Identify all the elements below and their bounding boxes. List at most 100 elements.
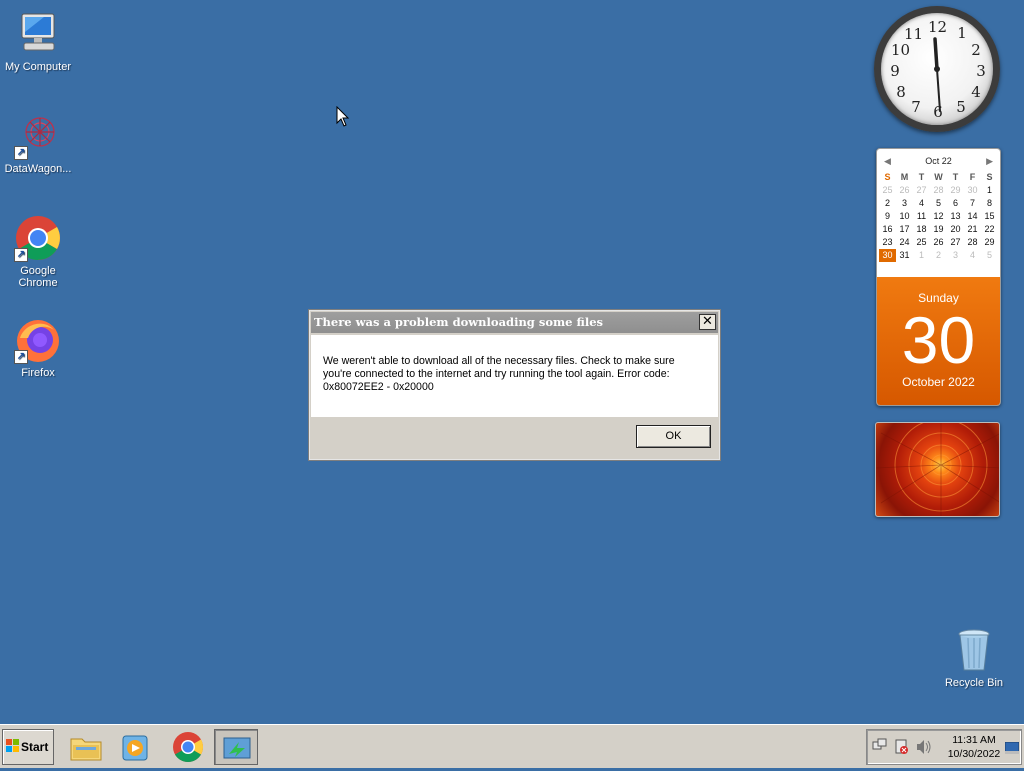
calendar-day[interactable]: 25 <box>913 236 930 249</box>
calendar-day[interactable]: 16 <box>879 223 896 236</box>
calendar-day-number: 30 <box>901 303 976 377</box>
calendar-day[interactable]: 1 <box>913 249 930 262</box>
network-icon <box>872 738 887 750</box>
desktop-icon-label: Google Chrome <box>18 265 58 289</box>
chrome-icon <box>173 732 204 763</box>
show-desktop-icon[interactable] <box>1005 742 1019 754</box>
calendar-day[interactable]: 19 <box>930 223 947 236</box>
datawagon-icon: ↗ <box>14 112 62 160</box>
calendar-day[interactable]: 30 <box>964 184 981 197</box>
calendar-header: ◀ Oct 22 ▶ <box>877 149 1000 171</box>
calendar-weekday: T <box>952 172 959 182</box>
dialog-message: We weren't able to download all of the n… <box>323 355 675 393</box>
calendar-day[interactable]: 10 <box>896 210 913 223</box>
calendar-day[interactable]: 22 <box>981 223 998 236</box>
desktop-icon-label: DataWagon... <box>4 163 72 175</box>
flower-photo-icon <box>876 423 999 516</box>
calendar-weekday: F <box>969 172 976 182</box>
taskbar-chrome[interactable] <box>166 729 210 765</box>
calendar-day[interactable]: 26 <box>896 184 913 197</box>
calendar-day[interactable]: 3 <box>947 249 964 262</box>
calendar-day-today[interactable]: 30 <box>879 249 896 262</box>
tray-clock[interactable]: 11:31 AM 10/30/2022 <box>941 733 1007 761</box>
file-explorer-icon <box>70 738 102 761</box>
calendar-grid: S M T W T F S 25 26 27 28 29 30 1 2 3 4 5 6 7 8 9 10 11 12 13 14 15… <box>877 171 1000 262</box>
media-creation-tool-icon <box>223 737 251 759</box>
close-button[interactable]: ✕ <box>699 314 716 330</box>
clock-hands <box>933 37 941 112</box>
calendar-weekday: W <box>934 172 943 182</box>
calendar-day[interactable]: 28 <box>964 236 981 249</box>
hour-hand <box>933 37 939 71</box>
calendar-day[interactable]: 6 <box>947 197 964 210</box>
desktop-icon-label: Recycle Bin <box>944 677 1004 689</box>
taskbar-media-creation-tool[interactable] <box>214 729 258 765</box>
calendar-day-sheet: Sunday 30 October 2022 <box>877 277 1000 405</box>
taskbar-file-explorer[interactable] <box>64 729 108 765</box>
error-dialog: There was a problem downloading some fil… <box>308 309 721 461</box>
tray-time: 11:31 AM <box>952 734 996 746</box>
calendar-day[interactable]: 26 <box>930 236 947 249</box>
ok-button[interactable]: OK <box>636 425 711 448</box>
calendar-day[interactable]: 1 <box>981 184 998 197</box>
calendar-month-label: Oct 22 <box>925 156 952 166</box>
calendar-weekday: M <box>900 172 909 182</box>
volume-icon <box>917 740 931 754</box>
taskbar-media-player[interactable] <box>113 729 157 765</box>
dialog-body: We weren't able to download all of the n… <box>311 335 718 417</box>
calendar-day[interactable]: 17 <box>896 223 913 236</box>
calendar-day[interactable]: 4 <box>913 197 930 210</box>
calendar-day[interactable]: 27 <box>947 236 964 249</box>
desktop-icon-firefox[interactable]: ↗ Firefox <box>0 316 76 379</box>
shortcut-arrow-icon: ↗ <box>14 146 28 160</box>
mouse-cursor-icon <box>336 106 350 127</box>
desktop-icon-recycle-bin[interactable]: Recycle Bin <box>936 626 1012 689</box>
calendar-month-year: October 2022 <box>902 375 975 389</box>
calendar-day[interactable]: 12 <box>930 210 947 223</box>
calendar-day[interactable]: 2 <box>930 249 947 262</box>
calendar-gadget[interactable]: ◀ Oct 22 ▶ S M T W T F S 25 26 27 28 29 30 1 2 3 4 5 6 7 8 9 1… <box>876 148 1001 406</box>
calendar-day[interactable]: 20 <box>947 223 964 236</box>
start-button[interactable]: Start <box>2 729 54 765</box>
calendar-day[interactable]: 9 <box>879 210 896 223</box>
calendar-day[interactable]: 23 <box>879 236 896 249</box>
calendar-day[interactable]: 2 <box>879 197 896 210</box>
clock-gadget[interactable]: 12 1 2 3 4 5 6 7 8 9 10 11 <box>874 6 1000 132</box>
tray-icons <box>872 738 931 754</box>
calendar-day[interactable]: 11 <box>913 210 930 223</box>
desktop-icon-datawagon[interactable]: ↗ DataWagon... <box>0 112 76 175</box>
calendar-day[interactable]: 29 <box>947 184 964 197</box>
calendar-day[interactable]: 7 <box>964 197 981 210</box>
calendar-day[interactable]: 15 <box>981 210 998 223</box>
next-month-icon[interactable]: ▶ <box>986 149 993 173</box>
calendar-day[interactable]: 8 <box>981 197 998 210</box>
calendar-day[interactable]: 4 <box>964 249 981 262</box>
calendar-day[interactable]: 24 <box>896 236 913 249</box>
calendar-day[interactable]: 31 <box>896 249 913 262</box>
recycle-bin-icon <box>950 626 998 674</box>
calendar-day[interactable]: 5 <box>930 197 947 210</box>
calendar-day[interactable]: 21 <box>964 223 981 236</box>
desktop-icon-my-computer[interactable]: My Computer <box>0 10 76 73</box>
calendar-day[interactable]: 5 <box>981 249 998 262</box>
calendar-day[interactable]: 18 <box>913 223 930 236</box>
calendar-day[interactable]: 27 <box>913 184 930 197</box>
shortcut-arrow-icon: ↗ <box>14 248 28 262</box>
system-tray: 11:31 AM 10/30/2022 <box>866 729 1022 765</box>
calendar-day[interactable]: 28 <box>930 184 947 197</box>
shortcut-arrow-icon: ↗ <box>14 350 28 364</box>
my-computer-icon <box>14 10 62 58</box>
dialog-titlebar[interactable]: There was a problem downloading some fil… <box>311 312 718 333</box>
calendar-day[interactable]: 14 <box>964 210 981 223</box>
calendar-day[interactable]: 25 <box>879 184 896 197</box>
calendar-day[interactable]: 3 <box>896 197 913 210</box>
minute-hand <box>936 68 941 112</box>
calendar-day[interactable]: 13 <box>947 210 964 223</box>
desktop-icon-google-chrome[interactable]: ↗ Google Chrome <box>0 214 76 289</box>
calendar-day[interactable]: 29 <box>981 236 998 249</box>
slideshow-gadget[interactable] <box>875 422 1000 517</box>
tray-date: 10/30/2022 <box>947 748 1001 760</box>
desktop-icon-label: Firefox <box>21 367 55 379</box>
media-player-icon <box>122 735 148 761</box>
prev-month-icon[interactable]: ◀ <box>884 149 891 173</box>
